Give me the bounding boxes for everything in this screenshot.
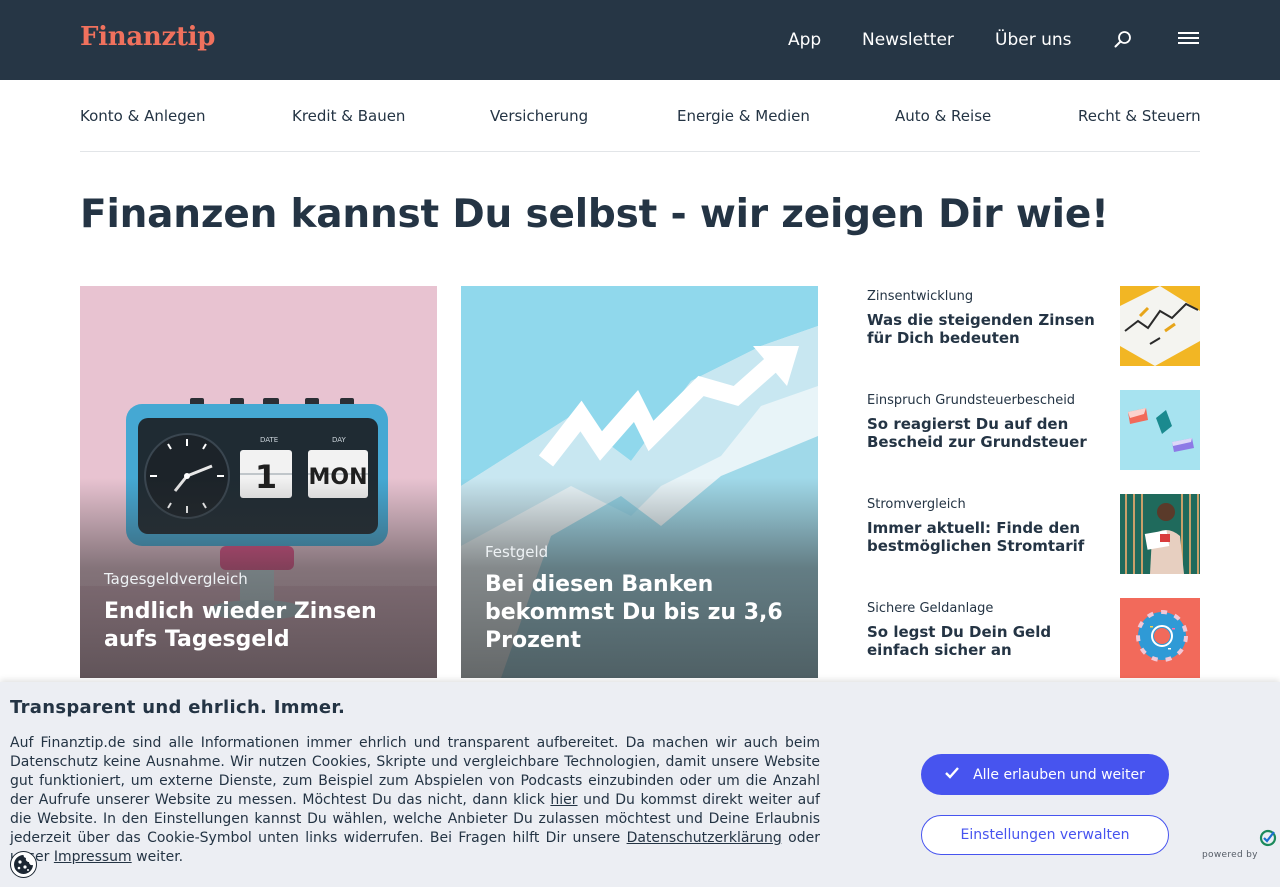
menu-line [1178,32,1199,34]
article-kicker: Stromvergleich [867,497,966,512]
donut-image [1120,598,1200,678]
article-title: So reagierst Du auf den Bescheid zur Gru… [867,415,1087,451]
paper-shapes-image [1120,390,1200,470]
menu-line [1178,42,1199,44]
featured-card-tagesgeld[interactable]: DATE DAY 1 MON Tagesgeldvergleich Endlic… [80,286,437,678]
sidebar-article-zinsentwicklung[interactable]: Zinsentwicklung Was die steigenden Zinse… [867,286,1200,366]
card-kicker: Tagesgeldvergleich [104,570,248,588]
category-navigation: Konto & Anlegen Kredit & Bauen Versicher… [80,100,1201,132]
article-kicker: Zinsentwicklung [867,289,974,304]
accept-all-button[interactable]: Alle erlauben und weiter [921,754,1169,795]
article-kicker: Sichere Geldanlage [867,601,994,616]
site-header: Finanztip App Newsletter Über uns [0,0,1280,80]
manage-settings-button[interactable]: Einstellungen verwalten [921,815,1169,855]
menu-line [1178,37,1199,39]
page-headline: Finanzen kannst Du selbst - wir zeigen D… [80,192,1109,237]
article-kicker: Einspruch Grundsteuerbescheid [867,393,1076,408]
usercentrics-logo-icon [1259,829,1277,847]
article-thumbnail [1120,390,1200,470]
cookie-text-part: weiter. [131,849,184,865]
nav-link-newsletter[interactable]: Newsletter [862,30,954,50]
sidebar-article-grundsteuer[interactable]: Einspruch Grundsteuerbescheid So reagier… [867,390,1200,470]
cookie-decline-link[interactable]: hier [550,792,577,808]
nav-link-app[interactable]: App [788,30,821,50]
search-icon[interactable] [1113,30,1133,50]
card-title: Bei diesen Banken bekommst Du bis zu 3,6… [485,572,783,653]
chart-paper-image [1120,286,1200,366]
sidebar-article-geldanlage[interactable]: Sichere Geldanlage So legst Du Dein Geld… [867,598,1200,678]
cookie-consent-banner: Transparent und ehrlich. Immer. Auf Fina… [0,682,1280,887]
cookie-banner-text: Auf Finanztip.de sind alle Informationen… [10,734,820,867]
article-title: Was die steigenden Zinsen für Dich bedeu… [867,311,1095,347]
article-thumbnail [1120,286,1200,366]
article-thumbnail [1120,494,1200,574]
article-title: So legst Du Dein Geld einfach sicher an [867,623,1052,659]
sidebar-article-stromvergleich[interactable]: Stromvergleich Immer aktuell: Finde den … [867,494,1200,574]
category-energie-medien[interactable]: Energie & Medien [677,107,810,125]
category-konto-anlegen[interactable]: Konto & Anlegen [80,107,206,125]
cookie-settings-icon[interactable] [10,851,37,878]
card-title: Endlich wieder Zinsen aufs Tagesgeld [104,599,377,652]
category-kredit-bauen[interactable]: Kredit & Bauen [292,107,405,125]
privacy-policy-link[interactable]: Datenschutzerklärung [627,830,782,846]
divider [80,151,1200,152]
article-thumbnail [1120,598,1200,678]
woman-reading-image [1120,494,1200,574]
finanztip-logo[interactable]: Finanztip [80,22,215,52]
featured-card-festgeld[interactable]: Festgeld Bei diesen Banken bekommst Du b… [461,286,818,678]
article-title: Immer aktuell: Finde den bestmöglichen S… [867,519,1085,555]
nav-link-about[interactable]: Über uns [995,30,1072,50]
cookie-banner-title: Transparent und ehrlich. Immer. [10,697,346,718]
category-versicherung[interactable]: Versicherung [490,107,588,125]
checkmark-icon [945,766,959,783]
clock-date-label: DATE [260,436,278,444]
powered-by-text: powered by [1202,850,1258,860]
clock-day-label: DAY [332,436,347,444]
accept-all-label: Alle erlauben und weiter [973,766,1145,783]
hamburger-menu-icon[interactable] [1178,32,1199,46]
category-recht-steuern[interactable]: Recht & Steuern [1078,107,1201,125]
card-kicker: Festgeld [485,543,549,561]
imprint-link[interactable]: Impressum [54,849,132,865]
category-auto-reise[interactable]: Auto & Reise [895,107,991,125]
